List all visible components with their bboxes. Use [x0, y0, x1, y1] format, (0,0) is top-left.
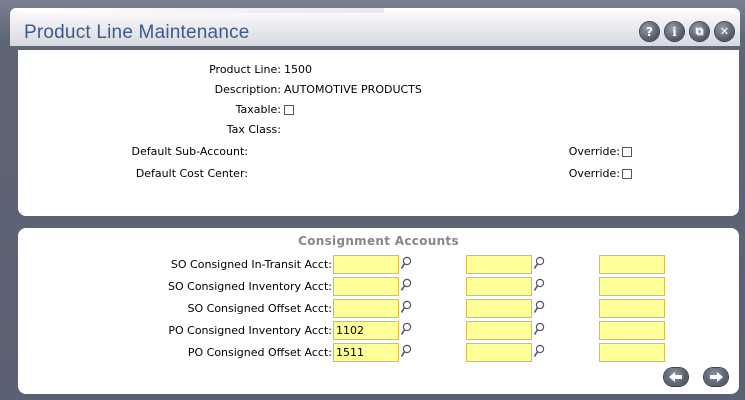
help-icon[interactable]: ?: [640, 22, 659, 41]
consignment-row-label: SO Consigned Inventory Acct:: [168, 280, 332, 293]
consignment-account-field[interactable]: [333, 299, 399, 318]
consignment-account-field[interactable]: [599, 277, 665, 296]
sub-account-override-label: Override:: [568, 145, 620, 158]
title-bar-accent: [24, 8, 384, 13]
description-label: Description:: [214, 83, 281, 96]
product-line-row: Product Line: 1500: [18, 62, 718, 78]
magnifier-icon[interactable]: [533, 344, 545, 358]
sub-account-row: Default Sub-Account: Override:: [18, 144, 718, 160]
product-line-label: Product Line:: [209, 63, 281, 76]
sub-account-label: Default Sub-Account:: [131, 145, 248, 158]
cost-center-row: Default Cost Center: Override:: [18, 166, 718, 182]
tax-class-row: Tax Class:: [18, 122, 718, 138]
consignment-account-field[interactable]: [333, 255, 399, 274]
magnifier-icon[interactable]: [400, 344, 412, 358]
consignment-account-field[interactable]: [599, 321, 665, 340]
magnifier-icon[interactable]: [400, 256, 412, 270]
magnifier-icon[interactable]: [533, 322, 545, 336]
tax-class-label: Tax Class:: [226, 123, 281, 136]
description-value: AUTOMOTIVE PRODUCTS: [284, 83, 422, 96]
window-title: Product Line Maintenance: [24, 22, 250, 43]
consignment-row-label: SO Consigned Offset Acct:: [187, 302, 333, 315]
cost-center-override-label: Override:: [568, 167, 620, 180]
magnifier-icon[interactable]: [533, 278, 545, 292]
app-window: Product Line Maintenance ? i ⧉ ✕ Product…: [0, 0, 745, 400]
consignment-account-field[interactable]: [466, 321, 532, 340]
consignment-row-label: PO Consigned Offset Acct:: [187, 346, 332, 359]
consignment-account-field[interactable]: [466, 255, 532, 274]
consignment-account-field[interactable]: [466, 277, 532, 296]
consignment-title: Consignment Accounts: [298, 234, 459, 248]
magnifier-icon[interactable]: [533, 256, 545, 270]
magnifier-icon[interactable]: [400, 278, 412, 292]
product-line-value: 1500: [284, 63, 312, 76]
consignment-account-field[interactable]: [599, 343, 665, 362]
product-line-panel: Product Line: 1500 Description: AUTOMOTI…: [18, 50, 739, 216]
magnifier-icon[interactable]: [400, 300, 412, 314]
cost-center-label: Default Cost Center:: [135, 167, 248, 180]
magnifier-icon[interactable]: [533, 300, 545, 314]
consignment-account-field[interactable]: 1511: [333, 343, 399, 362]
consignment-account-field[interactable]: [599, 299, 665, 318]
restore-icon[interactable]: ⧉: [690, 22, 709, 41]
consignment-row-label: SO Consigned In-Transit Acct:: [170, 258, 332, 271]
consignment-account-field[interactable]: [466, 343, 532, 362]
consignment-account-field[interactable]: [599, 255, 665, 274]
sub-account-override-checkbox[interactable]: [622, 147, 632, 157]
consignment-panel: Consignment Accounts SO Consigned In-Tra…: [18, 228, 739, 394]
consignment-account-field[interactable]: [466, 299, 532, 318]
arrow-left-icon[interactable]: [664, 368, 688, 386]
taxable-label: Taxable:: [235, 103, 281, 116]
title-bar-buttons: ? i ⧉ ✕: [640, 22, 734, 41]
consignment-account-field[interactable]: 1102: [333, 321, 399, 340]
info-icon[interactable]: i: [665, 22, 684, 41]
title-bar: Product Line Maintenance ? i ⧉ ✕: [10, 8, 740, 46]
description-row: Description: AUTOMOTIVE PRODUCTS: [18, 82, 718, 98]
magnifier-icon[interactable]: [400, 322, 412, 336]
arrow-right-icon[interactable]: [704, 368, 728, 386]
cost-center-override-checkbox[interactable]: [622, 169, 632, 179]
close-icon[interactable]: ✕: [715, 22, 734, 41]
taxable-row: Taxable:: [18, 102, 718, 118]
consignment-row-label: PO Consigned Inventory Acct:: [168, 324, 332, 337]
consignment-account-field[interactable]: [333, 277, 399, 296]
taxable-checkbox[interactable]: [284, 105, 294, 115]
